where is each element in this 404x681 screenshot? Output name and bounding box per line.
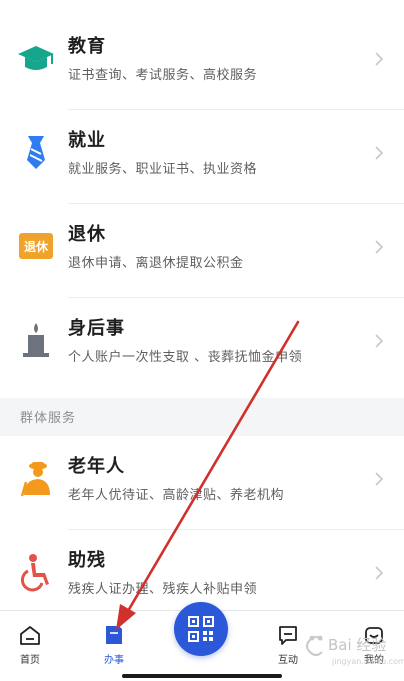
service-row-retirement[interactable]: 退休 退休 退休申请、离退休提取公积金 xyxy=(0,204,404,298)
service-row-elderly[interactable]: 老年人 老年人优待证、高龄津贴、养老机构 xyxy=(0,436,404,530)
section-header-group-services: 群体服务 xyxy=(0,398,404,436)
tab-home[interactable]: 首页 xyxy=(0,611,60,669)
qr-scan-icon xyxy=(188,616,214,642)
qr-scan-button[interactable] xyxy=(174,602,228,656)
necktie-icon xyxy=(27,136,45,169)
tab-interaction[interactable]: 互动 xyxy=(258,611,318,669)
service-title: 退休 xyxy=(68,224,106,245)
chevron-right-icon xyxy=(375,146,384,160)
tab-label: 首页 xyxy=(20,655,40,666)
graduation-cap-icon xyxy=(18,46,54,70)
service-folder-icon xyxy=(106,626,122,644)
service-title: 助残 xyxy=(68,550,106,571)
tab-profile[interactable]: 我的 xyxy=(344,611,404,669)
service-subtitle: 老年人优待证、高龄津贴、养老机构 xyxy=(68,488,285,503)
tab-label: 我的 xyxy=(364,655,384,666)
home-indicator xyxy=(122,674,282,678)
service-row-education[interactable]: 教育 证书查询、考试服务、高校服务 xyxy=(0,16,404,110)
group-service-card: 老年人 老年人优待证、高龄津贴、养老机构 助残 残疾人证办理、残疾人补贴申领 xyxy=(0,436,404,610)
section-header-label: 群体服务 xyxy=(20,411,77,426)
elderly-person-icon xyxy=(20,462,50,497)
profile-icon xyxy=(365,627,383,644)
service-row-after-death[interactable]: 身后事 个人账户一次性支取 、丧葬抚恤金申领 xyxy=(0,298,404,392)
chevron-right-icon xyxy=(375,334,384,348)
chevron-right-icon xyxy=(375,566,384,580)
service-subtitle: 证书查询、考试服务、高校服务 xyxy=(68,68,258,83)
chevron-right-icon xyxy=(375,240,384,254)
wheelchair-icon xyxy=(20,554,49,592)
home-icon xyxy=(20,626,40,645)
service-subtitle: 退休申请、离退休提取公积金 xyxy=(68,256,244,271)
service-title: 教育 xyxy=(68,36,106,57)
tab-label: 办事 xyxy=(104,655,124,666)
service-subtitle: 个人账户一次性支取 、丧葬抚恤金申领 xyxy=(68,350,303,365)
service-row-employment[interactable]: 就业 就业服务、职业证书、执业资格 xyxy=(0,110,404,204)
retire-badge-label: 退休 xyxy=(24,239,49,254)
service-title: 就业 xyxy=(68,130,106,151)
candle-icon xyxy=(23,323,49,357)
tab-label: 互动 xyxy=(278,655,298,666)
chevron-right-icon xyxy=(375,472,384,486)
service-title: 身后事 xyxy=(68,318,125,339)
retire-badge-icon: 退休 xyxy=(19,233,53,259)
tab-services[interactable]: 办事 xyxy=(84,611,144,669)
service-subtitle: 就业服务、职业证书、执业资格 xyxy=(68,162,258,177)
service-list-card: 教育 证书查询、考试服务、高校服务 就业 就业服务、职业证书、执业资格 退休 退… xyxy=(0,0,404,398)
chevron-right-icon xyxy=(375,52,384,66)
service-title: 老年人 xyxy=(68,456,125,477)
message-icon xyxy=(279,626,297,645)
service-subtitle: 残疾人证办理、残疾人补贴申领 xyxy=(68,582,258,597)
